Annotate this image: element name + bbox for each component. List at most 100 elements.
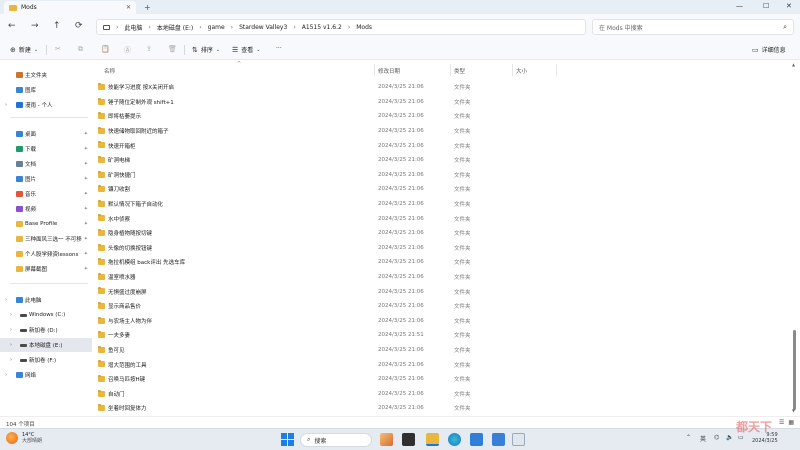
delete-button[interactable]: 🗑 [168, 45, 177, 53]
details-view-icon[interactable]: ☰ [779, 419, 784, 426]
sidebar-item[interactable]: › 本地磁盘 (E:) [0, 338, 92, 352]
table-row[interactable]: 快速储物取回附近的箱子 2024/3/25 21:06 文件夹 [92, 124, 790, 139]
scroll-down-icon[interactable]: ▼ [792, 408, 795, 413]
address-bar[interactable]: › 此电脑 › 本地磁盘 (E:) › game › Stardew Valle… [96, 19, 586, 35]
sidebar-item[interactable]: 屏幕截图 ✦ [0, 262, 92, 276]
table-row[interactable]: 镰刀收割 2024/3/25 21:06 文件夹 [92, 182, 790, 197]
tab-close-icon[interactable]: ✕ [126, 4, 131, 11]
widgets-app-icon[interactable] [380, 433, 393, 446]
sidebar-item[interactable]: 文档 ✦ [0, 157, 92, 171]
weather-widget[interactable]: 14°C 大部晴朗 [6, 432, 42, 444]
sidebar-item[interactable]: › 网络 [0, 368, 92, 382]
file-explorer-taskbar-icon[interactable] [426, 433, 439, 446]
sidebar-item[interactable]: › 新加卷 (F:) [0, 353, 92, 367]
table-row[interactable]: 与农场主人物为伴 2024/3/25 21:06 文件夹 [92, 314, 790, 329]
chevron-right-icon[interactable]: › [10, 342, 12, 348]
chevron-right-icon[interactable]: › [10, 327, 12, 333]
sidebar-item[interactable]: 下载 ✦ [0, 142, 92, 156]
table-row[interactable]: 锤子随位定制外观 shift+1 2024/3/25 21:06 文件夹 [92, 95, 790, 110]
store-app-icon[interactable] [470, 433, 483, 446]
copy-button[interactable]: ⧉ [78, 45, 83, 54]
column-header-type[interactable]: 类型 [454, 65, 465, 76]
sidebar-item[interactable]: Base Profile ✦ [0, 217, 92, 231]
breadcrumb-game[interactable]: game [208, 24, 225, 31]
ime-indicator[interactable]: 英 [700, 434, 706, 443]
sidebar-item[interactable]: 音乐 ✦ [0, 187, 92, 201]
sidebar-item[interactable]: 图库 [0, 83, 92, 97]
sidebar-item[interactable]: 视频 ✦ [0, 202, 92, 216]
table-row[interactable]: 隐身植物随按切键 2024/3/25 21:06 文件夹 [92, 226, 790, 241]
table-row[interactable]: 默认情况下箱子自动化 2024/3/25 21:06 文件夹 [92, 197, 790, 212]
battery-icon[interactable]: ▭ [738, 434, 744, 441]
table-row[interactable]: 自动门 2024/3/25 21:06 文件夹 [92, 387, 790, 402]
sidebar-item[interactable]: › Windows (C:) [0, 308, 92, 322]
task-view-icon[interactable] [402, 433, 415, 446]
sidebar-item[interactable]: 主文件夹 [0, 68, 92, 82]
tab-mods[interactable]: Mods ✕ [4, 1, 136, 14]
sidebar-item[interactable]: 桌面 ✦ [0, 127, 92, 141]
table-row[interactable]: 矿洞快捷门 2024/3/25 21:06 文件夹 [92, 168, 790, 183]
table-row[interactable]: 一夫多妻 2024/3/25 21:51 文件夹 [92, 328, 790, 343]
chevron-right-icon[interactable]: › [5, 297, 7, 303]
forward-button[interactable]: → [31, 22, 39, 31]
breadcrumb-mods[interactable]: Mods [356, 24, 372, 31]
search-input[interactable]: 在 Mods 中搜索 ⌕ [592, 19, 794, 35]
breadcrumb-version[interactable]: A1515 v1.6.2 [302, 24, 342, 31]
recorder-app-icon[interactable] [512, 433, 525, 446]
back-button[interactable]: ← [8, 22, 16, 31]
table-row[interactable]: 矿洞电梯 2024/3/25 21:06 文件夹 [92, 153, 790, 168]
tiles-view-icon[interactable]: ▦ [788, 419, 794, 426]
chevron-right-icon[interactable]: › [10, 312, 12, 318]
volume-icon[interactable]: 🔈 [726, 434, 733, 441]
file-list[interactable]: ^ 名称 修改日期 类型 大小 技能学习进度 按X关闭开启 2024/3/25 2… [92, 60, 790, 416]
more-button[interactable]: ··· [276, 45, 282, 52]
share-button[interactable]: ⇪ [146, 45, 152, 53]
table-row[interactable]: 召唤马匹按H键 2024/3/25 21:06 文件夹 [92, 372, 790, 387]
sidebar-item[interactable]: 个人股学频资lessons ✦ [0, 247, 92, 261]
view-button[interactable]: ☰ 查看 ⌄ [232, 45, 261, 55]
sidebar-item[interactable]: › 新加卷 (D:) [0, 323, 92, 337]
table-row[interactable]: 显示商品售价 2024/3/25 21:06 文件夹 [92, 299, 790, 314]
edge-browser-icon[interactable] [448, 433, 461, 446]
table-row[interactable]: 技能学习进度 按X关闭开启 2024/3/25 21:06 文件夹 [92, 80, 790, 95]
column-header-date[interactable]: 修改日期 [378, 65, 400, 76]
table-row[interactable]: 增大范围的工具 2024/3/25 21:06 文件夹 [92, 357, 790, 372]
table-row[interactable]: 拖拉机模组 back评出 先选车库 2024/3/25 21:06 文件夹 [92, 255, 790, 270]
tray-chevron-icon[interactable]: ⌃ [686, 434, 691, 441]
sidebar-item[interactable]: › 此电脑 [0, 293, 92, 307]
breadcrumb-drive-e[interactable]: 本地磁盘 (E:) [157, 23, 193, 32]
up-button[interactable]: ↑ [53, 22, 61, 31]
chevron-right-icon[interactable]: › [5, 372, 7, 378]
table-row[interactable]: 无惧盛过度崩屏 2024/3/25 21:06 文件夹 [92, 284, 790, 299]
sort-button[interactable]: ⇅ 排序 ⌄ [192, 45, 220, 55]
paste-button[interactable]: 📋 [101, 45, 110, 53]
new-button[interactable]: ⊕ 新建 ⌄ [10, 45, 38, 55]
scrollbar-thumb[interactable] [793, 330, 796, 410]
navigation-pane[interactable]: 主文件夹 图库 › 漫雨 - 个人 桌面 ✦ 下载 ✦ 文档 ✦ 图片 ✦ 音乐 ✦ 视频 ✦ Base Pro… [0, 60, 92, 416]
breadcrumb-stardew[interactable]: Stardew Valley3 [239, 24, 287, 31]
refresh-button[interactable]: ⟳ [75, 22, 83, 31]
table-row[interactable]: 快速开箱柜 2024/3/25 21:06 文件夹 [92, 138, 790, 153]
sidebar-item[interactable]: 图片 ✦ [0, 172, 92, 186]
table-row[interactable]: 即将枯萎提示 2024/3/25 21:06 文件夹 [92, 109, 790, 124]
vertical-scrollbar[interactable]: ▲ ▼ [790, 60, 800, 416]
minimize-button[interactable]: — [736, 2, 743, 10]
chevron-right-icon[interactable]: › [10, 357, 12, 363]
scroll-up-icon[interactable]: ▲ [792, 62, 795, 67]
close-button[interactable]: ✕ [786, 2, 792, 10]
maximize-button[interactable]: ☐ [763, 2, 769, 10]
cut-button[interactable]: ✂ [55, 45, 61, 53]
network-icon[interactable]: ⌬ [714, 434, 719, 441]
table-row[interactable]: 鱼可见 2024/3/25 21:06 文件夹 [92, 343, 790, 358]
column-header-name[interactable]: 名称 [104, 65, 115, 76]
column-header-size[interactable]: 大小 [516, 65, 527, 76]
details-pane-button[interactable]: ▭ 详细信息 [752, 45, 786, 55]
table-row[interactable]: 温室喷水器 2024/3/25 21:06 文件夹 [92, 270, 790, 285]
breadcrumb-this-pc[interactable]: 此电脑 [124, 23, 142, 32]
sidebar-item[interactable]: › 漫雨 - 个人 [0, 98, 92, 112]
chevron-right-icon[interactable]: › [5, 102, 7, 108]
start-button[interactable] [281, 433, 294, 446]
feishu-app-icon[interactable] [492, 433, 505, 446]
sidebar-item[interactable]: 三种面风三选一 不可移 ✦ [0, 232, 92, 246]
table-row[interactable]: 坐着时回复体力 2024/3/25 21:06 文件夹 [92, 401, 790, 416]
